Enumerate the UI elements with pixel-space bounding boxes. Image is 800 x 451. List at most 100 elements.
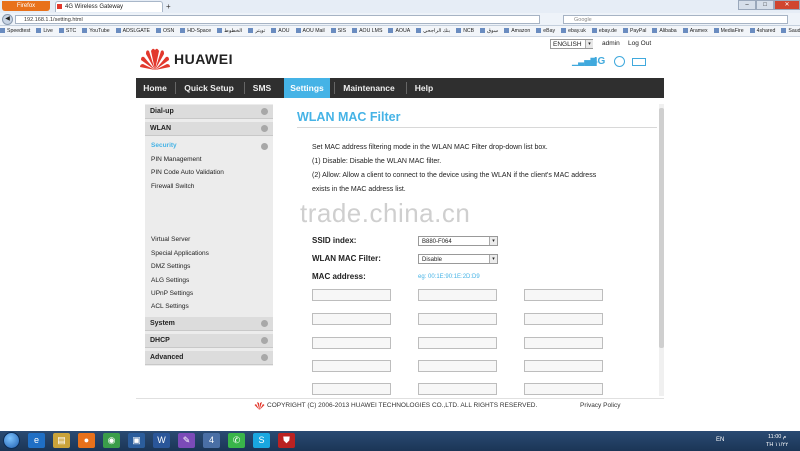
expand-icon[interactable] <box>261 125 268 132</box>
back-button[interactable]: ◀ <box>2 14 13 25</box>
sidebar-item-dhcp[interactable]: DHCP <box>145 334 273 348</box>
bookmark-item[interactable]: AOU Mail <box>295 26 325 36</box>
mac-address-input[interactable] <box>418 313 497 325</box>
mac-address-input[interactable] <box>418 383 497 395</box>
bookmark-item[interactable]: ADSLGATE <box>115 26 150 36</box>
bookmark-item[interactable]: Aramex <box>682 26 708 36</box>
sidebar-item-special-applications[interactable]: Special Applications <box>151 250 209 257</box>
firefox-icon[interactable]: ● <box>78 433 95 448</box>
mac-address-input[interactable] <box>524 360 603 372</box>
bookmark-item[interactable]: OSN <box>155 26 174 36</box>
expand-icon[interactable] <box>261 337 268 344</box>
collapse-icon[interactable] <box>261 143 268 150</box>
bookmark-item[interactable]: MediaFire <box>713 26 744 36</box>
sidebar-item-alg-settings[interactable]: ALG Settings <box>151 277 189 284</box>
bookmark-item[interactable]: سوق <box>480 26 498 36</box>
mac-address-input[interactable] <box>312 289 391 301</box>
input-language-indicator[interactable]: EN <box>716 437 724 443</box>
scrollbar-thumb[interactable] <box>659 108 664 348</box>
skype-icon[interactable]: S <box>253 433 270 448</box>
sidebar-item-pin-management[interactable]: PIN Management <box>151 156 202 163</box>
antivirus-icon[interactable]: ⛊ <box>278 433 295 448</box>
bookmark-item[interactable]: YouTube <box>82 26 110 36</box>
mac-address-input[interactable] <box>312 360 391 372</box>
chevron-down-icon[interactable]: ▾ <box>489 255 497 263</box>
search-input[interactable]: Google <box>563 15 788 24</box>
bookmark-item[interactable]: Saudi Airlines <box>781 26 800 36</box>
firefox-menu-button[interactable]: Firefox <box>2 1 50 11</box>
media-icon[interactable]: ▣ <box>128 433 145 448</box>
mac-address-input[interactable] <box>418 337 497 349</box>
sidebar-item-upnp-settings[interactable]: UPnP Settings <box>151 290 193 297</box>
bookmark-item[interactable]: بنك الراجحي <box>416 26 450 36</box>
mac-address-input[interactable] <box>524 383 603 395</box>
wlan-mac-filter-select[interactable]: Disable <box>418 254 498 264</box>
mac-address-input[interactable] <box>312 313 391 325</box>
sidebar-item-advanced[interactable]: Advanced <box>145 351 273 365</box>
whatsapp-icon[interactable]: ✆ <box>228 433 245 448</box>
menu-home[interactable]: Home <box>136 78 174 98</box>
ie-icon[interactable]: e <box>28 433 45 448</box>
bookmark-item[interactable]: NCB <box>456 26 474 36</box>
browser-tab[interactable]: 4G Wireless Gateway <box>55 1 163 12</box>
bookmark-item[interactable]: Amazon <box>504 26 530 36</box>
start-button[interactable] <box>3 432 20 449</box>
clock[interactable]: 11:00 م TH ١١/٢٢ <box>766 433 788 449</box>
sidebar-item-firewall-switch[interactable]: Firewall Switch <box>151 183 194 190</box>
menu-settings[interactable]: Settings <box>284 78 330 98</box>
sidebar-item-pin-auto-validation[interactable]: PIN Code Auto Validation <box>151 169 224 176</box>
sidebar-item-dialup[interactable]: Dial-up <box>145 105 273 119</box>
bookmark-item[interactable]: HD-Space <box>180 26 211 36</box>
bookmark-item[interactable]: 4shared <box>749 26 775 36</box>
mac-address-input[interactable] <box>524 337 603 349</box>
mac-address-input[interactable] <box>524 289 603 301</box>
expand-icon[interactable] <box>261 320 268 327</box>
sidebar-item-wlan[interactable]: WLAN <box>145 122 273 136</box>
menu-quick-setup[interactable]: Quick Setup <box>177 78 241 98</box>
url-bar[interactable]: 192.168.1.1/setting.html <box>15 15 540 24</box>
bookmark-item[interactable]: STC <box>58 26 76 36</box>
word-icon[interactable]: W <box>153 433 170 448</box>
bookmark-item[interactable]: Speedtest <box>0 26 30 36</box>
bookmark-item[interactable]: PayPal <box>622 26 646 36</box>
sidebar-item-acl-settings[interactable]: ACL Settings <box>151 303 189 310</box>
bookmark-item[interactable]: SIS <box>330 26 346 36</box>
bookmark-item[interactable]: تويتر <box>248 26 265 36</box>
bookmark-item[interactable]: AOU <box>271 26 290 36</box>
bookmark-item[interactable]: eBay <box>536 26 555 36</box>
close-button[interactable]: ✕ <box>774 0 800 10</box>
new-tab-button[interactable]: + <box>166 3 174 11</box>
ssid-index-select[interactable]: B880-F064 <box>418 236 498 246</box>
chrome-icon[interactable]: ◉ <box>103 433 120 448</box>
mac-address-input[interactable] <box>312 383 391 395</box>
expand-icon[interactable] <box>261 354 268 361</box>
chevron-down-icon[interactable]: ▾ <box>489 237 497 245</box>
bookmark-item[interactable]: ebay.uk <box>561 26 586 36</box>
sidebar-item-system[interactable]: System <box>145 317 273 331</box>
expand-icon[interactable] <box>261 108 268 115</box>
mac-address-input[interactable] <box>524 313 603 325</box>
menu-sms[interactable]: SMS <box>246 78 278 98</box>
menu-help[interactable]: Help <box>408 78 440 98</box>
logout-link[interactable]: Log Out <box>628 40 651 47</box>
app-icon[interactable]: 4 <box>203 433 220 448</box>
paint-icon[interactable]: ✎ <box>178 433 195 448</box>
sidebar-item-virtual-server[interactable]: Virtual Server <box>151 236 190 243</box>
mac-address-input[interactable] <box>418 360 497 372</box>
privacy-policy-link[interactable]: Privacy Policy <box>580 402 620 409</box>
bookmark-item[interactable]: Alibaba <box>652 26 677 36</box>
sidebar-item-dmz-settings[interactable]: DMZ Settings <box>151 263 190 270</box>
sidebar-item-security[interactable]: Security <box>151 142 177 149</box>
bookmark-item[interactable]: ebay.de <box>591 26 617 36</box>
menu-maintenance[interactable]: Maintenance <box>336 78 402 98</box>
explorer-icon[interactable]: ▤ <box>53 433 70 448</box>
mac-address-input[interactable] <box>418 289 497 301</box>
bookmark-item[interactable]: Live <box>36 26 53 36</box>
mac-address-input[interactable] <box>312 337 391 349</box>
chevron-down-icon[interactable]: ▾ <box>585 40 593 48</box>
maximize-button[interactable]: □ <box>756 0 774 10</box>
bookmark-item[interactable]: الخطوط <box>217 26 242 36</box>
bookmark-item[interactable]: AOUA <box>388 26 410 36</box>
bookmark-item[interactable]: AOU LMS <box>352 26 382 36</box>
minimize-button[interactable]: – <box>738 0 756 10</box>
